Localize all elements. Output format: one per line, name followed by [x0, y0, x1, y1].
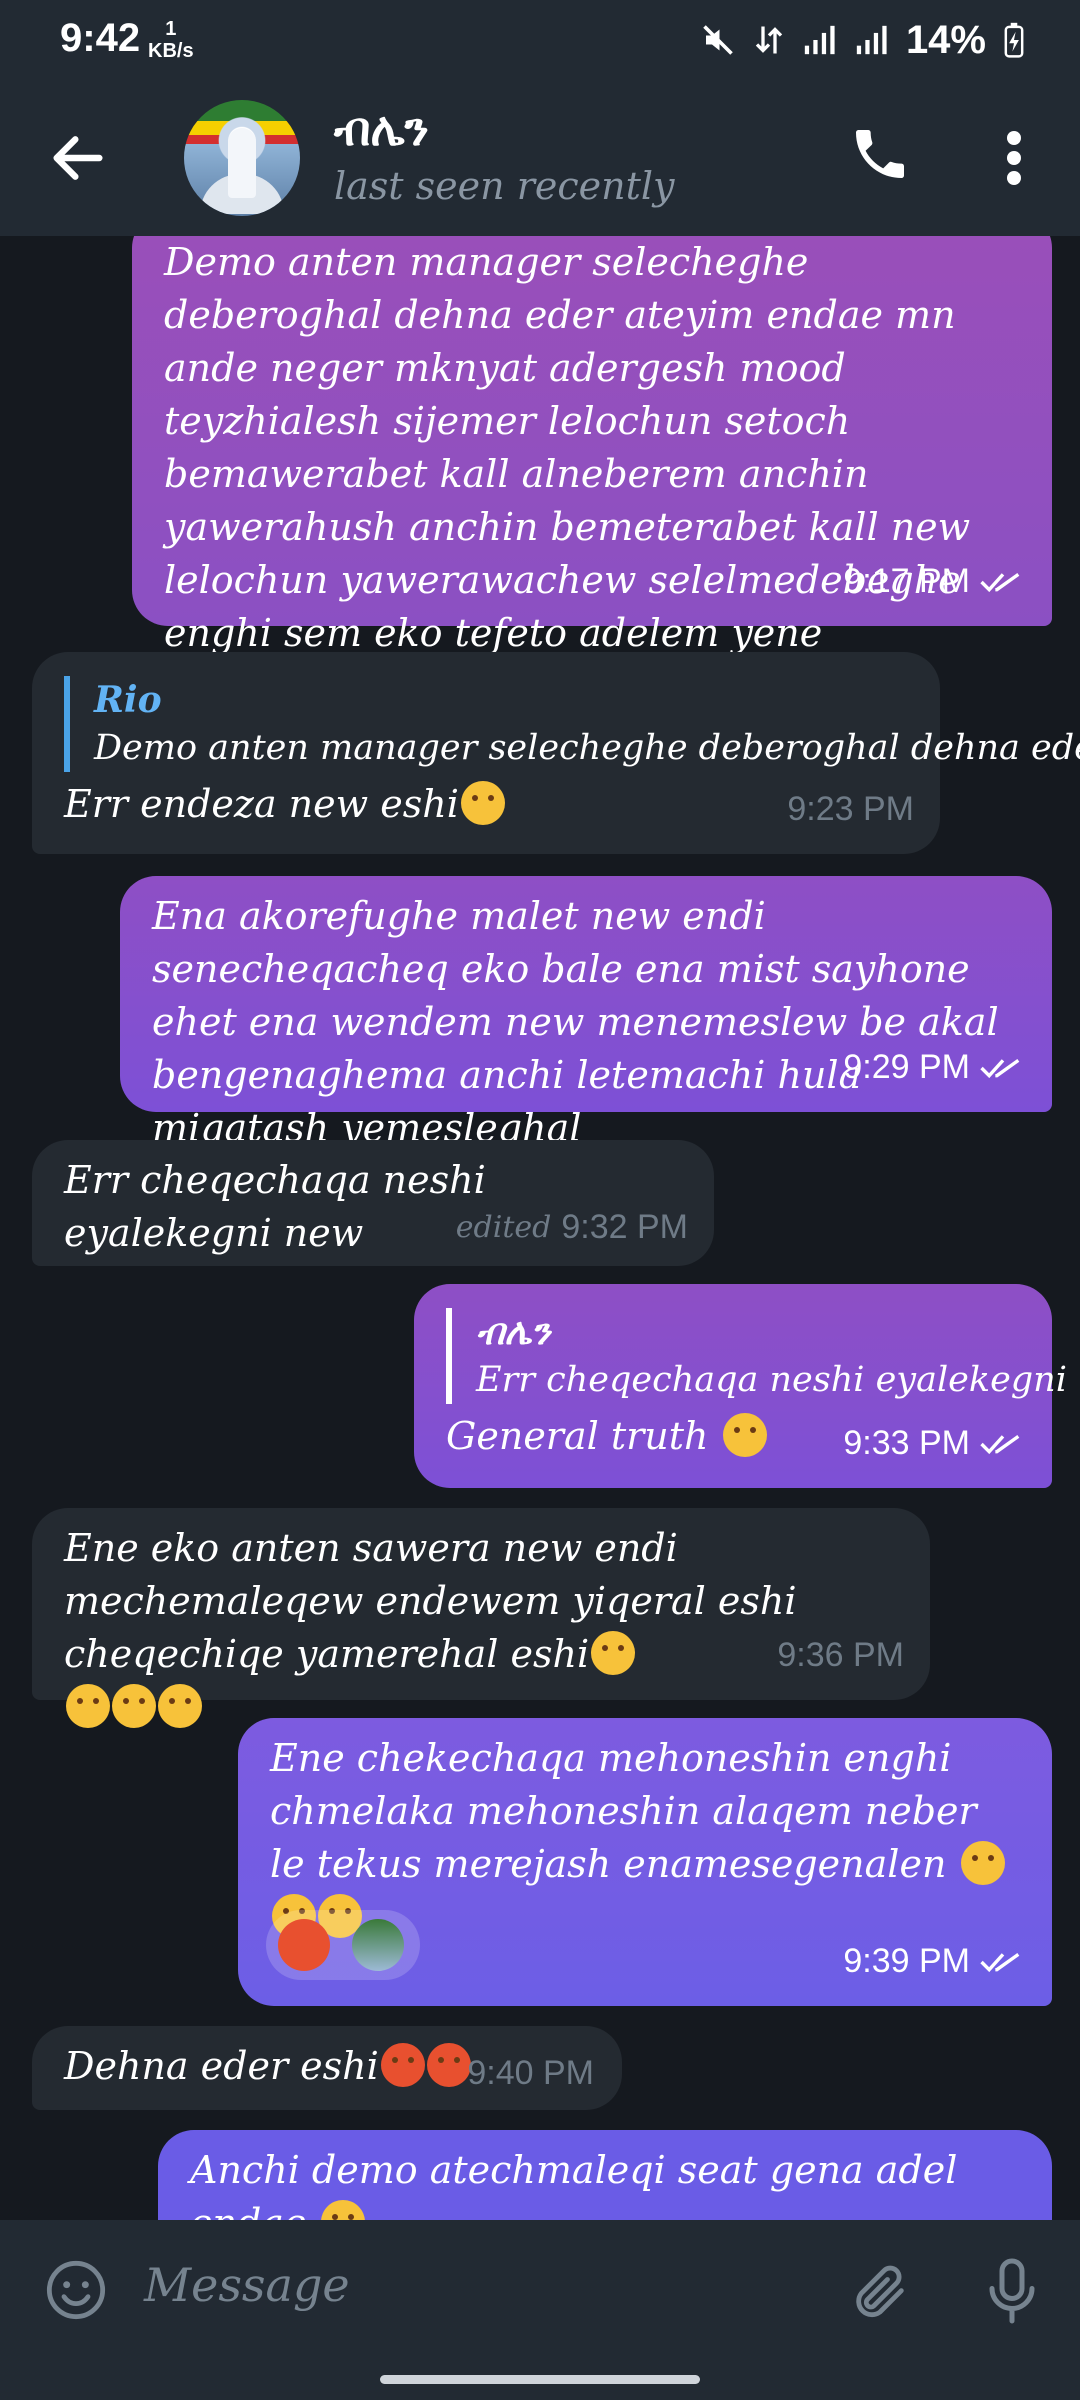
status-bar: 9:42 1 KB/s 14% — [0, 0, 1080, 80]
chat-header: ብሌን last seen recently — [0, 80, 1080, 236]
reply-quote[interactable]: Rio Demo anten manager selecheghe debero… — [64, 676, 1080, 772]
message-time: 9:32 PM — [561, 1208, 688, 1246]
zipper-mouth-emoji-icon — [591, 1631, 636, 1675]
message-meta: edited 9:32 PM — [456, 1201, 688, 1254]
message-text: Anchi demo atechmaleqi seat gena adel en… — [190, 2144, 1020, 2220]
message-meta: 9:33 PM — [843, 1417, 1026, 1470]
message-text: Err endeza new eshi — [64, 778, 908, 831]
angry-emoji-icon — [380, 2043, 425, 2087]
message-bubble-outgoing[interactable]: Ene chekechaqa mehoneshin enghi chmelaka… — [238, 1718, 1052, 2006]
winking-tongue-emoji-icon — [320, 2200, 365, 2220]
message-meta: 9:29 PM — [843, 1041, 1026, 1094]
signal-icon-2 — [856, 25, 887, 55]
zipper-mouth-emoji-icon — [66, 1684, 110, 1728]
zipper-mouth-emoji-icon — [112, 1684, 156, 1728]
message-bubble-incoming[interactable]: Err cheqechaqa neshi eyalekegni new edit… — [32, 1140, 714, 1266]
message-text: Demo anten manager selecheghe deberoghal… — [164, 236, 1020, 713]
tears-of-joy-emoji-icon — [960, 1841, 1005, 1885]
pensive-emoji-icon — [460, 781, 505, 825]
status-icons: 14% — [700, 18, 1024, 62]
message-meta: 9:23 PM — [787, 783, 914, 836]
message-time: 9:23 PM — [787, 790, 914, 828]
message-bubble-outgoing[interactable]: ብሌን Err cheqechaqa neshi eyalekegni new … — [414, 1284, 1080, 1488]
phone-icon[interactable] — [848, 122, 912, 186]
data-transfer-icon — [755, 26, 783, 54]
battery-percent: 14% — [905, 17, 986, 62]
reply-text: Demo anten manager selecheghe deberoghal… — [94, 728, 1080, 768]
signal-icon-1 — [804, 25, 835, 55]
double-check-icon — [980, 1058, 1020, 1078]
message-bubble-outgoing[interactable]: Ena akorefughe malet new endi senecheqac… — [120, 876, 1052, 1150]
grinning-sweat-emoji-icon — [722, 1413, 767, 1457]
reply-quote[interactable]: ብሌን Err cheqechaqa neshi eyalekegni new — [446, 1308, 1080, 1404]
status-time: 9:42 — [60, 16, 141, 60]
mute-icon — [703, 25, 733, 55]
network-speed-value: 1 — [165, 18, 177, 40]
microphone-icon[interactable] — [984, 2256, 1040, 2326]
message-time: 9:17 PM — [843, 562, 970, 600]
more-vertical-icon[interactable] — [996, 126, 1032, 190]
home-indicator[interactable] — [380, 2375, 700, 2384]
network-speed: 1 KB/s — [148, 18, 194, 62]
message-meta: 9:36 PM — [777, 1629, 904, 1682]
message-meta: 9:39 PM — [843, 1935, 1026, 1988]
reaction-pill[interactable] — [266, 1910, 420, 1980]
network-speed-unit: KB/s — [148, 40, 194, 62]
double-check-icon — [980, 572, 1020, 592]
message-composer: Message — [0, 2220, 1080, 2400]
emoji-icon[interactable] — [44, 2258, 108, 2322]
reply-author: ብሌን — [476, 1311, 551, 1353]
paperclip-icon[interactable] — [848, 2260, 912, 2324]
double-check-icon — [980, 1952, 1020, 1972]
contact-name[interactable]: ብሌን — [334, 102, 429, 158]
message-list[interactable]: Demo anten manager selecheghe deberoghal… — [0, 236, 1080, 2220]
reply-text: Err cheqechaqa neshi eyalekegni new — [476, 1360, 1080, 1400]
message-bubble-incoming[interactable]: Ene eko anten sawera new endi mechemaleq… — [32, 1508, 930, 1728]
message-time: 9:36 PM — [777, 1636, 904, 1674]
message-bubble-outgoing[interactable]: Demo anten manager selecheghe deberoghal… — [132, 236, 1052, 708]
reactor-avatar — [352, 1919, 404, 1971]
contact-avatar[interactable] — [184, 100, 300, 216]
double-check-icon — [980, 1434, 1020, 1454]
message-time: 9:40 PM — [467, 2054, 594, 2092]
message-meta: 9:17 PM — [843, 555, 1026, 608]
message-bubble-outgoing[interactable]: Anchi demo atechmaleqi seat gena adel en… — [158, 2130, 1052, 2220]
message-input[interactable]: Message — [144, 2258, 350, 2312]
message-bubble-incoming[interactable]: Rio Demo anten manager selecheghe debero… — [32, 652, 1080, 854]
battery-charging-icon — [1004, 22, 1024, 58]
angry-emoji-icon — [426, 2043, 471, 2087]
message-time: 9:33 PM — [843, 1424, 970, 1462]
message-time: 9:29 PM — [843, 1048, 970, 1086]
last-seen-status: last seen recently — [334, 164, 675, 208]
message-bubble-incoming[interactable]: Dehna eder eshi 9:40 PM — [32, 2026, 622, 2110]
message-time: 9:39 PM — [843, 1942, 970, 1980]
message-meta: 9:40 PM — [467, 2047, 594, 2100]
zipper-mouth-emoji-icon — [158, 1684, 202, 1728]
message-text: Ene eko anten sawera new endi mechemaleq… — [64, 1522, 898, 1734]
reply-author: Rio — [94, 679, 162, 721]
back-arrow-icon[interactable] — [46, 126, 110, 190]
angry-reaction-icon — [278, 1919, 330, 1971]
edited-label: edited — [455, 1210, 552, 1245]
message-text: Ena akorefughe malet new endi senecheqac… — [152, 894, 999, 1150]
